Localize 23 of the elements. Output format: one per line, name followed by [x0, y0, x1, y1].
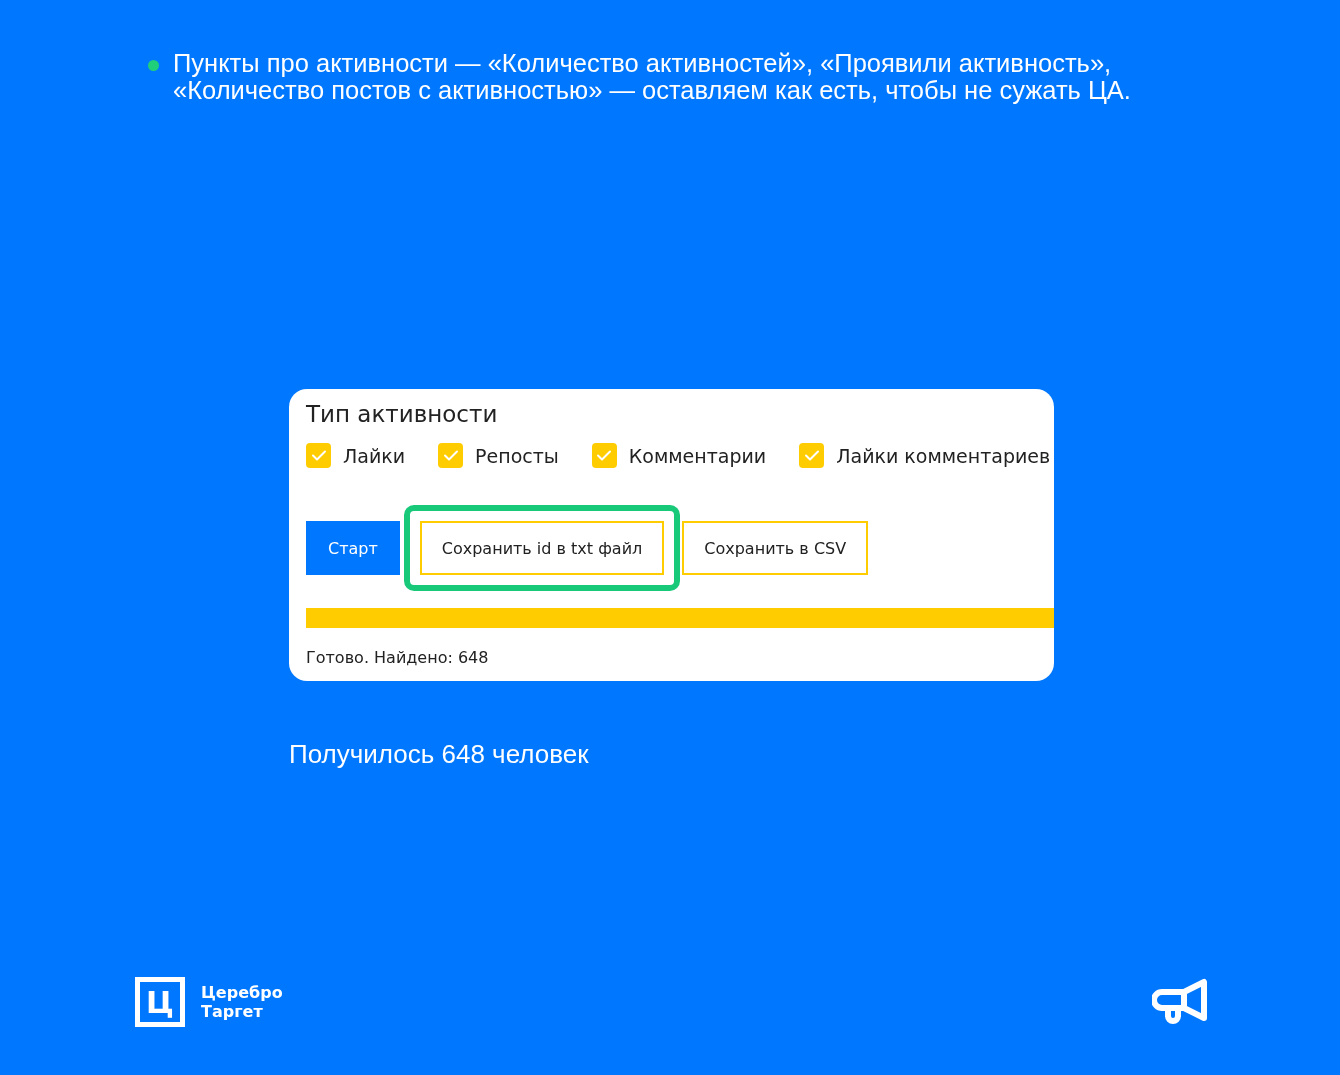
save-button[interactable]: Сохранить id в txt файл [419, 521, 665, 575]
caption-text: Получилось 648 человек [289, 739, 590, 770]
checkbox[interactable] [306, 443, 331, 468]
logo-text: Церебро Таргет [201, 983, 283, 1021]
check-icon [596, 449, 613, 462]
checkbox[interactable] [438, 443, 464, 468]
panel-title: Тип активности [306, 401, 499, 427]
checkbox[interactable] [591, 443, 617, 468]
check-icon [310, 449, 327, 462]
checkbox-label: Комментарии [628, 444, 767, 467]
logo-mark: Ц [135, 977, 185, 1027]
check-icon [442, 449, 459, 462]
check-icon [803, 449, 820, 462]
checkbox-label: Лайки [343, 444, 406, 467]
checkbox-label: Репосты [475, 444, 559, 467]
bullet-icon [148, 60, 159, 71]
checkbox-label: Лайки комментариев [836, 444, 1051, 467]
status-text: Готово. Найдено: 648 [306, 648, 490, 667]
checkbox[interactable] [799, 443, 825, 468]
megaphone-icon [1152, 978, 1210, 1026]
save-button[interactable]: Сохранить в CSV [682, 521, 869, 575]
start-button[interactable]: Старт [306, 521, 400, 575]
note-text: Пункты про активности — «Количество активностей», «Проявили активность», «Количество постов с активностью» — оставляем как есть, чтобы не сужать ЦА. [173, 50, 1132, 104]
